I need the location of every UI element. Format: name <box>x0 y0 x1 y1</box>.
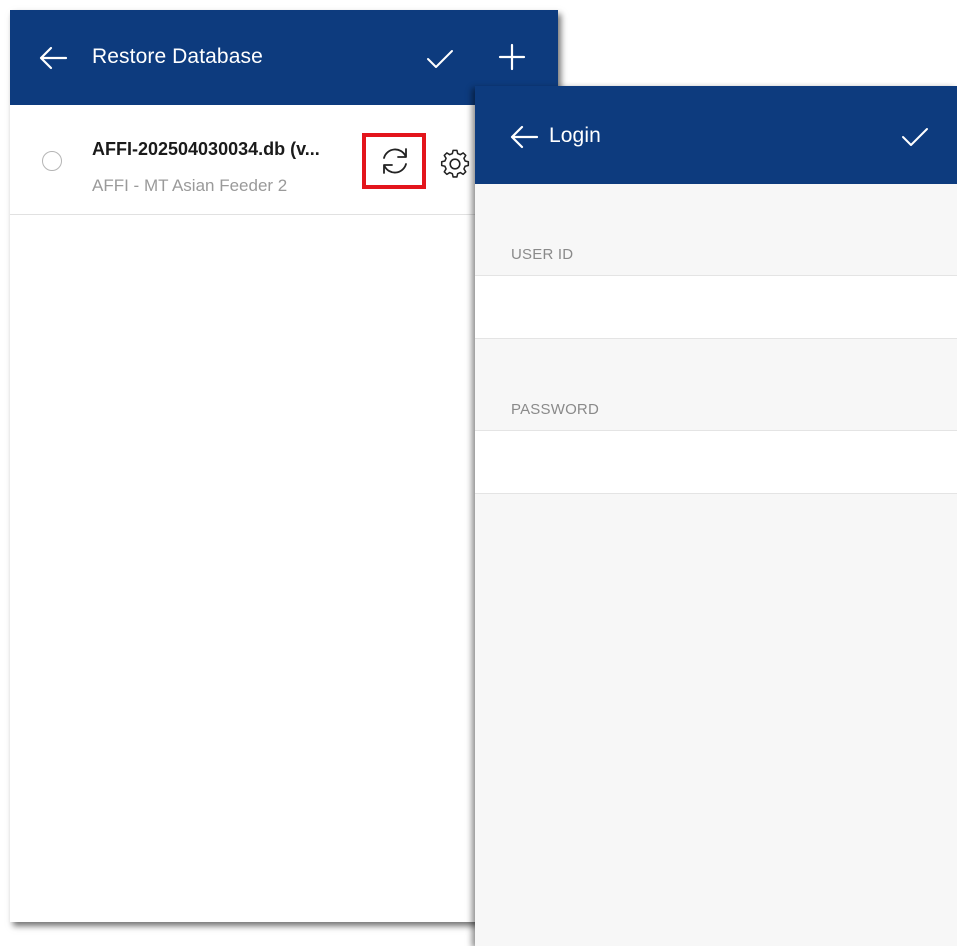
user-id-field[interactable] <box>475 275 957 339</box>
select-radio[interactable] <box>42 151 62 171</box>
highlight-annotation-box <box>362 133 426 189</box>
password-label: PASSWORD <box>511 401 599 418</box>
user-id-label: USER ID <box>511 246 574 263</box>
back-arrow-icon[interactable] <box>509 124 539 150</box>
login-appbar: Login <box>475 86 957 184</box>
gear-icon[interactable] <box>440 149 470 179</box>
vessel-name: AFFI - MT Asian Feeder 2 <box>92 176 288 195</box>
database-filename: AFFI-202504030034.db (v... <box>92 139 320 159</box>
check-icon[interactable] <box>426 48 454 70</box>
back-arrow-icon[interactable] <box>38 45 68 71</box>
page-title: Login <box>549 124 601 147</box>
page-title: Restore Database <box>92 45 263 68</box>
password-field[interactable] <box>475 430 957 494</box>
plus-icon[interactable] <box>498 43 526 71</box>
login-screen: Login USER ID PASSWORD <box>475 86 957 946</box>
check-icon[interactable] <box>901 126 929 148</box>
